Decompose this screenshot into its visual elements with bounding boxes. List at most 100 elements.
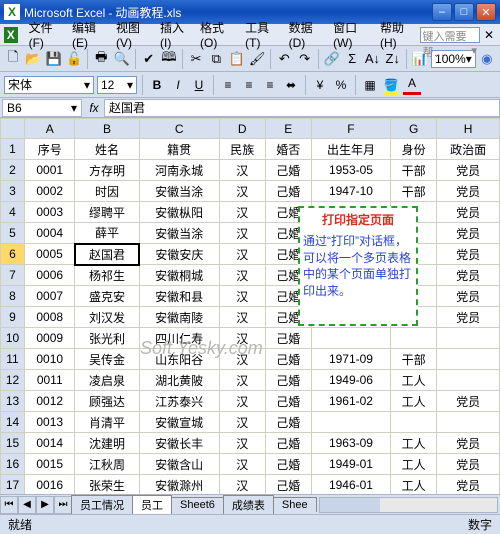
cell[interactable]: 汉 bbox=[219, 412, 265, 433]
cell[interactable] bbox=[437, 328, 500, 349]
cell[interactable]: 0006 bbox=[25, 265, 75, 286]
open-icon[interactable]: 📂 bbox=[24, 48, 42, 70]
print-preview-icon[interactable]: 🔍 bbox=[112, 48, 130, 70]
copy-icon[interactable]: ⧉ bbox=[207, 48, 225, 70]
cell[interactable]: 党员 bbox=[437, 433, 500, 454]
cell[interactable]: 0016 bbox=[25, 475, 75, 495]
fx-button[interactable]: fx bbox=[84, 101, 104, 115]
cell[interactable]: 1963-09 bbox=[311, 433, 390, 454]
sheet-tab[interactable]: 成绩表 bbox=[223, 495, 274, 514]
cell[interactable]: 己婚 bbox=[265, 160, 311, 181]
cell[interactable]: 汉 bbox=[219, 202, 265, 223]
cell[interactable]: 0012 bbox=[25, 391, 75, 412]
merge-center-button[interactable]: ⬌ bbox=[282, 75, 300, 95]
header-cell[interactable]: 出生年月 bbox=[311, 139, 390, 160]
select-all-corner[interactable] bbox=[1, 119, 25, 139]
cell[interactable]: 工人 bbox=[391, 433, 437, 454]
tab-next-button[interactable]: ▶ bbox=[36, 496, 54, 514]
cell[interactable]: 干部 bbox=[391, 349, 437, 370]
cell[interactable]: 0001 bbox=[25, 160, 75, 181]
hyperlink-icon[interactable]: 🔗 bbox=[323, 48, 341, 70]
cell[interactable]: 0008 bbox=[25, 307, 75, 328]
col-header[interactable]: E bbox=[265, 119, 311, 139]
cell[interactable]: 吴传金 bbox=[75, 349, 139, 370]
header-cell[interactable]: 姓名 bbox=[75, 139, 139, 160]
font-name-combo[interactable]: 宋体▾ bbox=[4, 76, 94, 94]
underline-button[interactable]: U bbox=[190, 75, 208, 95]
header-cell[interactable]: 婚否 bbox=[265, 139, 311, 160]
cell[interactable]: 党员 bbox=[437, 202, 500, 223]
align-right-button[interactable]: ≡ bbox=[261, 75, 279, 95]
row-header[interactable]: 9 bbox=[1, 307, 25, 328]
cell[interactable]: 薛平 bbox=[75, 223, 139, 244]
cell[interactable]: 汉 bbox=[219, 349, 265, 370]
cell[interactable] bbox=[437, 370, 500, 391]
cell[interactable]: 0010 bbox=[25, 349, 75, 370]
col-header[interactable]: F bbox=[311, 119, 390, 139]
font-color-button[interactable]: A bbox=[403, 75, 421, 95]
cell[interactable]: 工人 bbox=[391, 370, 437, 391]
col-header[interactable]: H bbox=[437, 119, 500, 139]
cell[interactable]: 党员 bbox=[437, 244, 500, 265]
cell[interactable]: 己婚 bbox=[265, 433, 311, 454]
cell[interactable]: 0005 bbox=[25, 244, 75, 265]
cell[interactable]: 汉 bbox=[219, 370, 265, 391]
cell[interactable] bbox=[311, 328, 390, 349]
cell[interactable]: 党员 bbox=[437, 475, 500, 495]
tab-first-button[interactable]: ⏮ bbox=[0, 496, 18, 514]
new-icon[interactable]: 🗋 bbox=[4, 48, 22, 70]
cell[interactable]: 缪聘平 bbox=[75, 202, 139, 223]
cell[interactable]: 0003 bbox=[25, 202, 75, 223]
header-cell[interactable]: 籍贯 bbox=[139, 139, 219, 160]
cell[interactable]: 1947-10 bbox=[311, 181, 390, 202]
cell[interactable]: 汉 bbox=[219, 223, 265, 244]
cell[interactable]: 己婚 bbox=[265, 328, 311, 349]
print-icon[interactable]: 🖶 bbox=[92, 48, 110, 70]
row-header[interactable]: 5 bbox=[1, 223, 25, 244]
cell[interactable]: 安徽当涂 bbox=[139, 181, 219, 202]
sort-desc-icon[interactable]: Z↓ bbox=[384, 48, 402, 70]
percent-button[interactable]: % bbox=[332, 75, 350, 95]
cell[interactable]: 0009 bbox=[25, 328, 75, 349]
cell[interactable]: 汉 bbox=[219, 391, 265, 412]
cell[interactable]: 己婚 bbox=[265, 412, 311, 433]
cell[interactable]: 己婚 bbox=[265, 475, 311, 495]
research-icon[interactable]: 🕮 bbox=[160, 48, 178, 70]
paste-icon[interactable]: 📋 bbox=[228, 48, 246, 70]
cell[interactable]: 湖北黄陂 bbox=[139, 370, 219, 391]
row-header[interactable]: 17 bbox=[1, 475, 25, 495]
row-header[interactable]: 3 bbox=[1, 181, 25, 202]
cell[interactable]: 己婚 bbox=[265, 454, 311, 475]
cell[interactable]: 汉 bbox=[219, 475, 265, 495]
cell[interactable]: 0004 bbox=[25, 223, 75, 244]
cell[interactable]: 1953-05 bbox=[311, 160, 390, 181]
tab-last-button[interactable]: ⏭ bbox=[54, 496, 72, 514]
cell[interactable]: 安徽滁州 bbox=[139, 475, 219, 495]
redo-icon[interactable]: ↷ bbox=[296, 48, 314, 70]
cell[interactable]: 汉 bbox=[219, 286, 265, 307]
cell[interactable]: 己婚 bbox=[265, 391, 311, 412]
cell[interactable] bbox=[311, 412, 390, 433]
sum-icon[interactable]: Σ bbox=[343, 48, 361, 70]
font-size-combo[interactable]: 12▾ bbox=[97, 76, 137, 94]
cell[interactable]: 党员 bbox=[437, 181, 500, 202]
maximize-button[interactable]: □ bbox=[454, 3, 474, 21]
row-header[interactable]: 8 bbox=[1, 286, 25, 307]
cell[interactable]: 党员 bbox=[437, 265, 500, 286]
sheet-tab[interactable]: Shee bbox=[273, 497, 317, 512]
name-box[interactable]: B6▾ bbox=[2, 99, 82, 117]
cell[interactable]: 时因 bbox=[75, 181, 139, 202]
cell[interactable]: 方存明 bbox=[75, 160, 139, 181]
cell[interactable] bbox=[437, 349, 500, 370]
cell[interactable]: 河南永城 bbox=[139, 160, 219, 181]
mdi-close-button[interactable]: ✕ bbox=[484, 28, 494, 42]
cell[interactable]: 安徽南陵 bbox=[139, 307, 219, 328]
cell[interactable]: 凌启泉 bbox=[75, 370, 139, 391]
fill-color-button[interactable]: 🪣 bbox=[382, 75, 400, 95]
align-left-button[interactable]: ≡ bbox=[219, 75, 237, 95]
cell[interactable]: 安徽当涂 bbox=[139, 223, 219, 244]
cell[interactable]: 汉 bbox=[219, 454, 265, 475]
cell[interactable]: 0011 bbox=[25, 370, 75, 391]
cell[interactable]: 党员 bbox=[437, 286, 500, 307]
col-header[interactable]: D bbox=[219, 119, 265, 139]
